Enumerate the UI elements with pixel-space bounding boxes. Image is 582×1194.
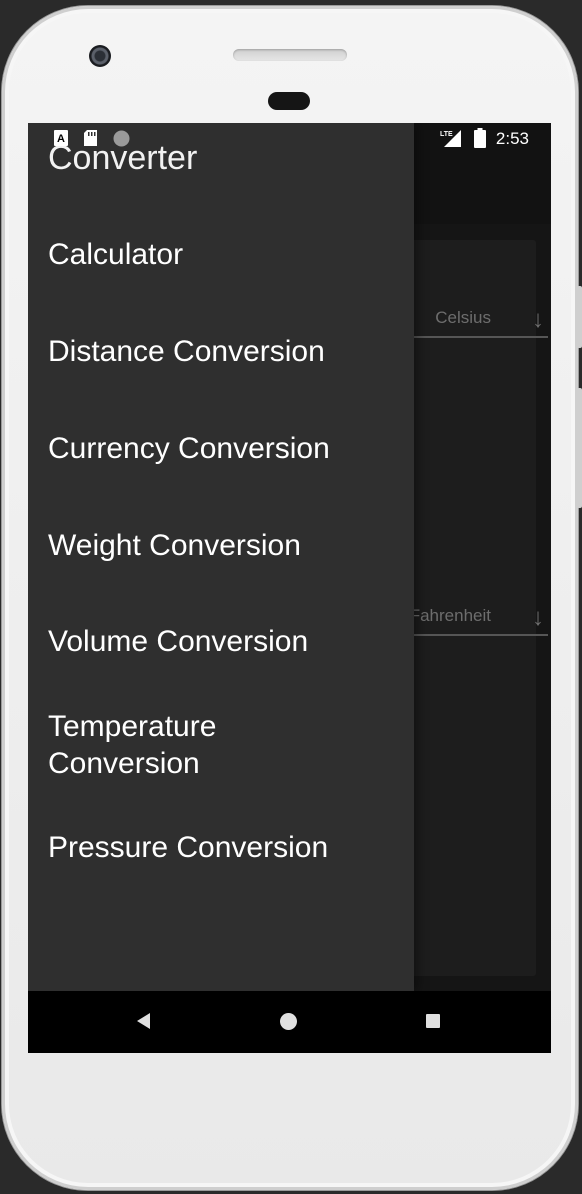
navigation-drawer: Converter Calculator Distance Conversion… [28, 123, 414, 991]
menu-item-pressure-conversion[interactable]: Pressure Conversion [48, 829, 388, 866]
volume-button [577, 286, 582, 348]
menu-item-distance-conversion[interactable]: Distance Conversion [48, 333, 388, 370]
menu-item-currency-conversion[interactable]: Currency Conversion [48, 430, 388, 467]
power-button [577, 388, 582, 508]
sd-card-icon [84, 130, 97, 146]
svg-text:A: A [57, 133, 65, 145]
svg-text:LTE: LTE [440, 131, 453, 138]
back-icon[interactable] [137, 1013, 150, 1029]
circle-icon [113, 130, 130, 147]
status-time: 2:53 [495, 129, 529, 148]
menu-item-calculator[interactable]: Calculator [48, 236, 388, 273]
a-text-icon: A [54, 130, 68, 146]
status-bar: A LTE 2:53 [28, 123, 551, 153]
menu-item-temperature-conversion[interactable]: Temperature Conversion [48, 708, 278, 782]
earpiece-speaker [233, 49, 347, 61]
system-nav-bar [28, 991, 551, 1053]
lte-signal-icon: LTE [440, 130, 461, 147]
screen: Celsius ↓ Fahrenheit ↓ Converter Calcula… [28, 123, 551, 1053]
menu-item-weight-conversion[interactable]: Weight Conversion [48, 527, 388, 564]
menu-item-volume-conversion[interactable]: Volume Conversion [48, 623, 388, 660]
battery-icon [474, 128, 486, 148]
recents-icon[interactable] [426, 1014, 440, 1028]
proximity-sensor [268, 92, 310, 110]
front-camera-icon [89, 45, 111, 67]
home-icon[interactable] [280, 1013, 297, 1030]
